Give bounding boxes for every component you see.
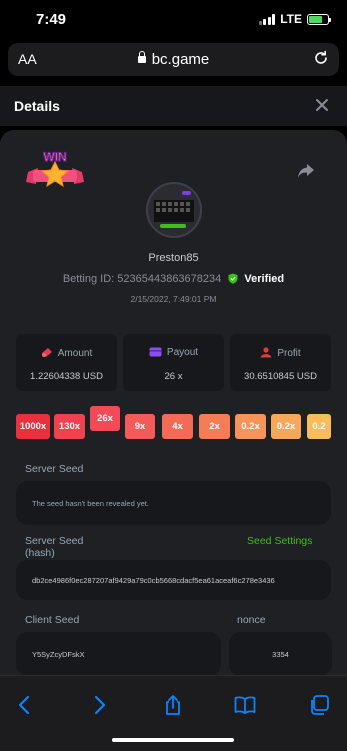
username[interactable]: Preston85 — [0, 252, 347, 264]
win-badge-text: WIN — [43, 150, 66, 164]
bookmarks-icon[interactable] — [234, 694, 256, 716]
stat-payout-value: 26 x — [164, 371, 183, 382]
stat-profit: Profit 30.6510845 USD — [230, 334, 331, 391]
game-thumbnail — [146, 182, 202, 238]
multiplier-tile: 9x — [125, 414, 155, 439]
forward-icon[interactable] — [88, 694, 110, 716]
lock-icon — [137, 51, 146, 63]
url-text: bc.game — [151, 51, 210, 68]
share-arrow-icon[interactable] — [297, 163, 315, 179]
server-seed-hash-value: db2ce4986f0ec287207af9429a79c0cb5668cdac… — [32, 576, 275, 585]
bet-details-panel: WIN Preston85 Betting ID: 52365443863678… — [0, 130, 347, 675]
nonce-value: 3354 — [272, 650, 289, 659]
multiplier-tile: 4x — [162, 414, 193, 439]
url-display[interactable]: bc.game — [8, 51, 339, 68]
server-seed-field[interactable]: The seed hasn't been revealed yet. — [16, 481, 331, 525]
close-icon[interactable] — [315, 98, 329, 112]
back-icon[interactable] — [14, 694, 36, 716]
profit-icon — [260, 347, 272, 358]
stat-amount-label: Amount — [16, 347, 117, 359]
server-seed-hash-field[interactable]: db2ce4986f0ec287207af9429a79c0cb5668cdac… — [16, 560, 331, 600]
multiplier-tile: 1000x — [16, 414, 50, 439]
betting-id: Betting ID: 52365443863678234 — [62, 273, 222, 285]
status-bar: 7:49 LTE — [0, 0, 347, 40]
tabs-icon[interactable] — [308, 694, 330, 716]
status-time: 7:49 — [36, 11, 67, 28]
server-seed-value: The seed hasn't been revealed yet. — [32, 499, 149, 508]
bet-date: 2/15/2022, 7:49:01 PM — [130, 294, 217, 304]
address-bar[interactable]: AA bc.game — [8, 43, 339, 76]
betting-id-row: Betting ID: 52365443863678234 Verified — [0, 273, 347, 285]
nonce-label: nonce — [237, 614, 266, 626]
stat-amount-value: 1.22604338 USD — [30, 371, 103, 382]
details-header: Details — [0, 86, 347, 126]
client-seed-label: Client Seed — [25, 614, 80, 626]
multiplier-tile: 2x — [199, 414, 230, 439]
client-seed-field[interactable]: Y5SyZcyDFskX — [16, 632, 221, 675]
battery-icon — [307, 13, 331, 25]
win-badge: WIN — [26, 149, 84, 188]
multiplier-tile-active: 26x — [90, 406, 120, 431]
multiplier-tile: 130x — [54, 414, 85, 439]
stat-payout: Payout 26 x — [123, 334, 224, 391]
home-indicator — [112, 738, 234, 742]
seed-settings-link[interactable]: Seed Settings — [247, 535, 312, 547]
page-title: Details — [14, 98, 60, 114]
multiplier-tile: 0.2x — [235, 414, 266, 439]
multiplier-tile: 0.2x — [271, 414, 301, 439]
share-icon[interactable] — [162, 694, 184, 716]
wallet-icon — [149, 347, 162, 357]
stat-payout-label: Payout — [123, 347, 224, 358]
network-label: LTE — [280, 12, 302, 26]
multiplier-tile: 0.2 — [307, 414, 331, 439]
stat-amount: Amount 1.22604338 USD — [16, 334, 117, 391]
server-seed-hash-label: Server Seed (hash) — [25, 535, 84, 559]
verified-shield-icon — [228, 273, 238, 284]
multiplier-strip: 1000x 130x 26x 9x 4x 2x 0.2x 0.2x 0.2 — [16, 406, 347, 439]
client-seed-value: Y5SyZcyDFskX — [32, 650, 85, 659]
status-indicators: LTE — [258, 12, 331, 26]
server-seed-label: Server Seed — [25, 463, 84, 475]
nonce-field[interactable]: 3354 — [229, 632, 332, 675]
verified-label[interactable]: Verified — [244, 273, 284, 285]
signal-icon — [258, 13, 276, 25]
stat-profit-label: Profit — [230, 347, 331, 359]
stat-profit-value: 30.6510845 USD — [244, 371, 317, 382]
reload-icon[interactable] — [313, 50, 329, 66]
amount-icon — [41, 348, 52, 357]
